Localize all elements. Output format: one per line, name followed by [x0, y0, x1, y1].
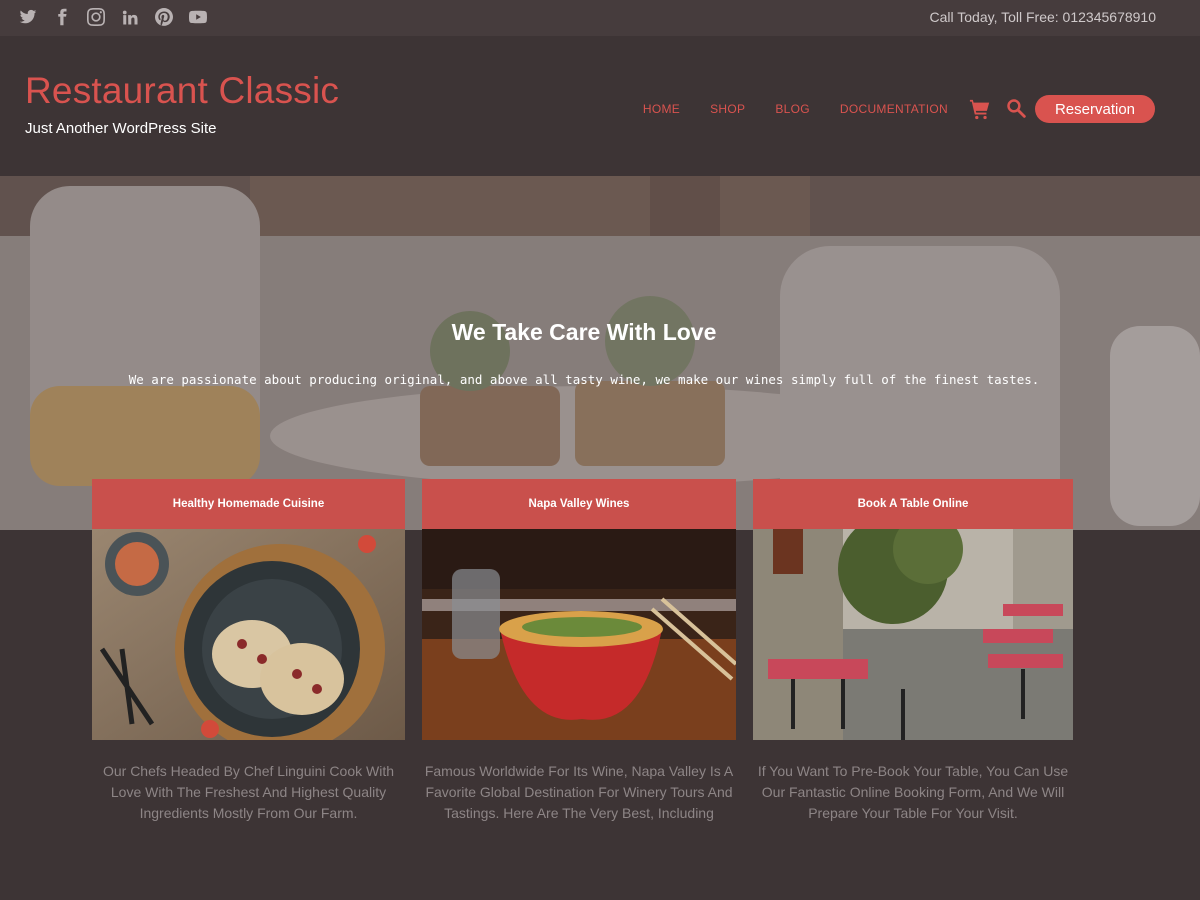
youtube-icon[interactable]: [188, 7, 208, 27]
linkedin-icon[interactable]: [120, 7, 140, 27]
feature-card-cuisine: Healthy Homemade Cuisine Our Chefs Heade…: [92, 479, 405, 824]
feature-card-booking: Book A Table Online If You Want To Pre-B…: [753, 479, 1073, 824]
feature-card-wines: Napa Valley Wines Famous Worldwide For I…: [422, 479, 736, 824]
card-description: If You Want To Pre-Book Your Table, You …: [757, 763, 1069, 821]
facebook-icon[interactable]: [52, 7, 72, 27]
hero-banner: We Take Care With Love We are passionate…: [0, 176, 1200, 530]
card-heading[interactable]: Napa Valley Wines: [422, 479, 736, 529]
reservation-button[interactable]: Reservation: [1035, 95, 1155, 123]
toll-free-phone: Call Today, Toll Free: 012345678910: [929, 9, 1157, 25]
pinterest-icon[interactable]: [154, 7, 174, 27]
site-header: Restaurant Classic Just Another WordPres…: [0, 36, 1200, 176]
hero-subtitle: We are passionate about producing origin…: [128, 372, 1040, 387]
site-title[interactable]: Restaurant Classic: [25, 70, 339, 112]
main-nav: HOME SHOP BLOG DOCUMENTATION: [643, 102, 948, 116]
card-heading[interactable]: Book A Table Online: [753, 479, 1073, 529]
hero-overlay: [0, 176, 1200, 530]
top-bar: Call Today, Toll Free: 012345678910: [0, 0, 1200, 36]
hero-title: We Take Care With Love: [451, 319, 717, 345]
nav-blog[interactable]: BLOG: [775, 102, 810, 116]
card-description: Our Chefs Headed By Chef Linguini Cook W…: [102, 763, 395, 821]
card-image-wines[interactable]: [422, 529, 736, 740]
card-image-cuisine[interactable]: [92, 529, 405, 740]
twitter-icon[interactable]: [18, 7, 38, 27]
nav-home[interactable]: HOME: [643, 102, 680, 116]
card-heading[interactable]: Healthy Homemade Cuisine: [92, 479, 405, 529]
site-tagline: Just Another WordPress Site: [25, 120, 217, 137]
instagram-icon[interactable]: [86, 7, 106, 27]
cart-icon[interactable]: [969, 98, 991, 120]
nav-shop[interactable]: SHOP: [710, 102, 745, 116]
card-description: Famous Worldwide For Its Wine, Napa Vall…: [424, 763, 734, 821]
social-links: [18, 7, 208, 27]
card-image-booking[interactable]: [753, 529, 1073, 740]
search-icon[interactable]: [1006, 97, 1026, 119]
nav-documentation[interactable]: DOCUMENTATION: [840, 102, 948, 116]
